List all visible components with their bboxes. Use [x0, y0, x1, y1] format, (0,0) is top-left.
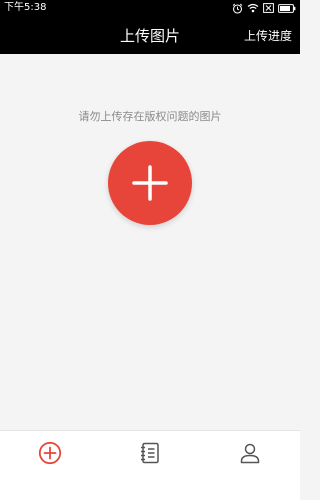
bottom-nav — [0, 430, 300, 500]
status-bar: 下午5:38 — [0, 0, 300, 16]
status-icons — [232, 2, 296, 14]
copyright-notice: 请勿上传存在版权问题的图片 — [78, 110, 222, 123]
battery-icon — [278, 3, 296, 13]
add-image-button[interactable] — [108, 141, 192, 225]
user-icon — [240, 443, 260, 464]
nav-item-profile[interactable] — [200, 431, 300, 475]
header-bar: 上传图片 上传进度 — [0, 16, 300, 54]
nav-item-records[interactable] — [100, 431, 200, 475]
plus-icon — [132, 165, 168, 201]
notification-off-icon — [263, 3, 274, 13]
add-circle-icon — [38, 441, 62, 465]
main-content: 请勿上传存在版权问题的图片 — [0, 54, 300, 430]
notebook-icon — [141, 442, 159, 464]
wifi-icon — [247, 3, 259, 13]
status-time: 下午5:38 — [4, 2, 47, 13]
nav-item-upload[interactable] — [0, 431, 100, 475]
upload-progress-button[interactable]: 上传进度 — [244, 16, 292, 56]
alarm-icon — [232, 3, 243, 14]
